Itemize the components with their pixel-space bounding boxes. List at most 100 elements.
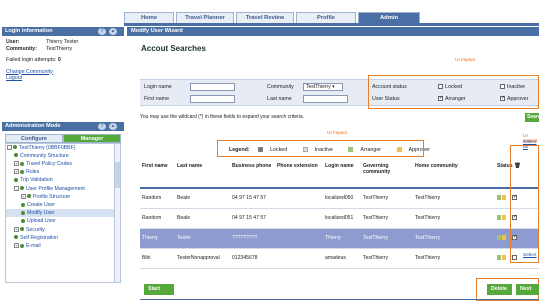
mode-tabs: Configure Manager xyxy=(5,133,121,143)
community-select-value: TestThierry xyxy=(306,84,331,90)
cell-governing-community: TestThierry xyxy=(361,248,413,269)
expand-icon[interactable]: + xyxy=(21,193,26,199)
collapse-icon[interactable]: - xyxy=(7,144,12,150)
tree-item[interactable]: + Rules xyxy=(6,168,120,176)
next-button[interactable]: Next xyxy=(516,284,539,295)
cell-first-name: Random xyxy=(140,208,175,229)
tree-item-label: User Profile Management xyxy=(26,185,85,192)
login-name-label: Login name xyxy=(144,84,172,90)
table-row[interactable]: Random Beale 04 97 15 47 57 localized050 Tes… xyxy=(140,188,539,209)
cell-home-community: TestThierry xyxy=(413,228,495,249)
col-first-name[interactable]: First name xyxy=(140,162,175,189)
node-icon xyxy=(14,153,18,158)
tree-item[interactable]: - User Profile Management xyxy=(6,185,120,193)
col-business-phone[interactable]: Business phone xyxy=(230,162,275,189)
table-row[interactable]: Random Beale 04 97 15 47 57 localized051 Tes… xyxy=(140,208,539,229)
table-row[interactable]: Thierry Tester????????? Thierry TestThierry… xyxy=(140,228,539,249)
tree-item[interactable]: + Travel Policy Codes xyxy=(6,160,120,168)
table-row[interactable]: Bibi TesterNonapproval 012345678 amadeus Tes… xyxy=(140,248,539,269)
status-annotation-box xyxy=(368,75,539,109)
tree-item[interactable]: Community Structure xyxy=(6,152,120,160)
last-name-input[interactable] xyxy=(303,95,348,103)
tab-profile[interactable]: Profile xyxy=(296,12,356,23)
col-login-name[interactable]: Login name xyxy=(323,162,361,189)
cell-business-phone: 04 97 15 47 57 xyxy=(230,208,275,229)
scroll-thumb[interactable] xyxy=(115,161,120,188)
expand-icon[interactable]: + xyxy=(14,169,19,175)
cell-phone-extension xyxy=(275,248,323,269)
tree-item-label: Trip Validation xyxy=(20,177,53,184)
tree-item[interactable]: Upload User xyxy=(6,217,120,225)
search-button[interactable]: Search xyxy=(525,113,539,122)
ui-impact-note-legend: UI impact xyxy=(327,131,348,136)
failed-login-label: Failed login attempts: xyxy=(6,57,57,63)
cell-business-phone: 012345678 xyxy=(230,248,275,269)
cell-phone-extension xyxy=(275,208,323,229)
tree-item[interactable]: Modify User xyxy=(6,209,120,218)
tree-item[interactable]: Trip Validation xyxy=(6,176,120,184)
cell-first-name: Random xyxy=(140,188,175,209)
select-link[interactable]: Select xyxy=(523,253,536,258)
expand-icon[interactable]: + xyxy=(14,226,19,232)
col-phone-extension[interactable]: Phone extension xyxy=(275,162,323,189)
approver-icon xyxy=(502,195,506,201)
login-panel-title-text: Login information xyxy=(5,28,53,34)
delete-button[interactable]: Delete xyxy=(487,284,512,295)
cell-last-name: TesterNonapproval xyxy=(175,248,230,269)
tree-item-label: Community Structure xyxy=(20,152,69,159)
tree-item[interactable]: + E-mail xyxy=(6,242,120,250)
cell-business-phone: 04 97 15 47 57 xyxy=(230,188,275,209)
collapse-icon[interactable]: ▴ xyxy=(109,122,117,130)
node-icon xyxy=(20,161,24,166)
cell-login-name: localized051 xyxy=(323,208,361,229)
collapse-icon[interactable]: ▴ xyxy=(109,28,117,35)
tab-configure[interactable]: Configure xyxy=(5,133,63,143)
cell-home-community: TestThierry xyxy=(413,208,495,229)
admin-tree: - TestThierry (0BBF0BBF) Community Structu… xyxy=(5,142,121,283)
community-label: Community xyxy=(267,84,294,90)
cell-home-community: TestThierry xyxy=(413,248,495,269)
tab-manager[interactable]: Manager xyxy=(63,133,121,143)
tree-item[interactable]: + Profile Structure xyxy=(6,193,120,201)
collapse-icon[interactable]: - xyxy=(14,185,19,191)
tab-admin[interactable]: Admin xyxy=(358,12,420,23)
legend-annotation-box xyxy=(217,140,424,157)
last-name-label: Last name xyxy=(267,96,292,102)
col-last-name[interactable]: Last name xyxy=(175,162,230,189)
tab-travel-planner[interactable]: Travel Planner xyxy=(176,12,234,23)
first-name-input[interactable] xyxy=(190,95,235,103)
tab-travel-review[interactable]: Travel Review xyxy=(236,12,294,23)
tree-item[interactable]: Create User xyxy=(6,201,120,209)
login-panel-title: Login information ? ▴ xyxy=(2,27,124,36)
tree-item[interactable]: + Security xyxy=(6,226,120,234)
help-icon[interactable]: ? xyxy=(98,122,106,130)
approver-icon xyxy=(502,215,506,221)
node-icon xyxy=(20,186,24,191)
expand-icon[interactable]: + xyxy=(14,161,19,167)
cell-governing-community: TestThierry xyxy=(361,188,413,209)
cell-last-name: Beale xyxy=(175,208,230,229)
wildcard-hint: You may use the wildcard (*) in these fi… xyxy=(140,114,305,120)
user-value: Thierry Tester xyxy=(46,39,79,45)
help-icon[interactable]: ? xyxy=(98,28,106,35)
tree-item[interactable]: - TestThierry (0BBF0BBF) xyxy=(6,144,120,152)
cell-phone-extension xyxy=(275,228,323,249)
col-home-community[interactable]: Home community xyxy=(413,162,495,189)
community-select[interactable]: TestThierry ▾ xyxy=(303,83,343,91)
col-governing-community[interactable]: Governing community xyxy=(361,162,413,189)
tree-item[interactable]: Self Registration xyxy=(6,234,120,242)
tree-scrollbar[interactable] xyxy=(114,143,120,282)
node-icon xyxy=(21,218,25,223)
cell-governing-community: TestThierry xyxy=(361,208,413,229)
table-header-row: First name Last name Business phone Phon… xyxy=(140,162,539,189)
tree-item-label: E-mail xyxy=(26,242,41,249)
node-icon xyxy=(20,227,24,232)
arranger-icon xyxy=(497,235,501,241)
login-name-input[interactable] xyxy=(190,83,235,91)
start-over-button[interactable]: Start Over xyxy=(144,284,174,303)
expand-icon[interactable]: + xyxy=(14,243,19,249)
admin-panel-title: Administration Mode ? ▴ xyxy=(2,121,124,131)
tree-item-label: Security xyxy=(26,226,45,233)
node-icon xyxy=(13,145,17,150)
tab-home[interactable]: Home xyxy=(124,12,174,23)
